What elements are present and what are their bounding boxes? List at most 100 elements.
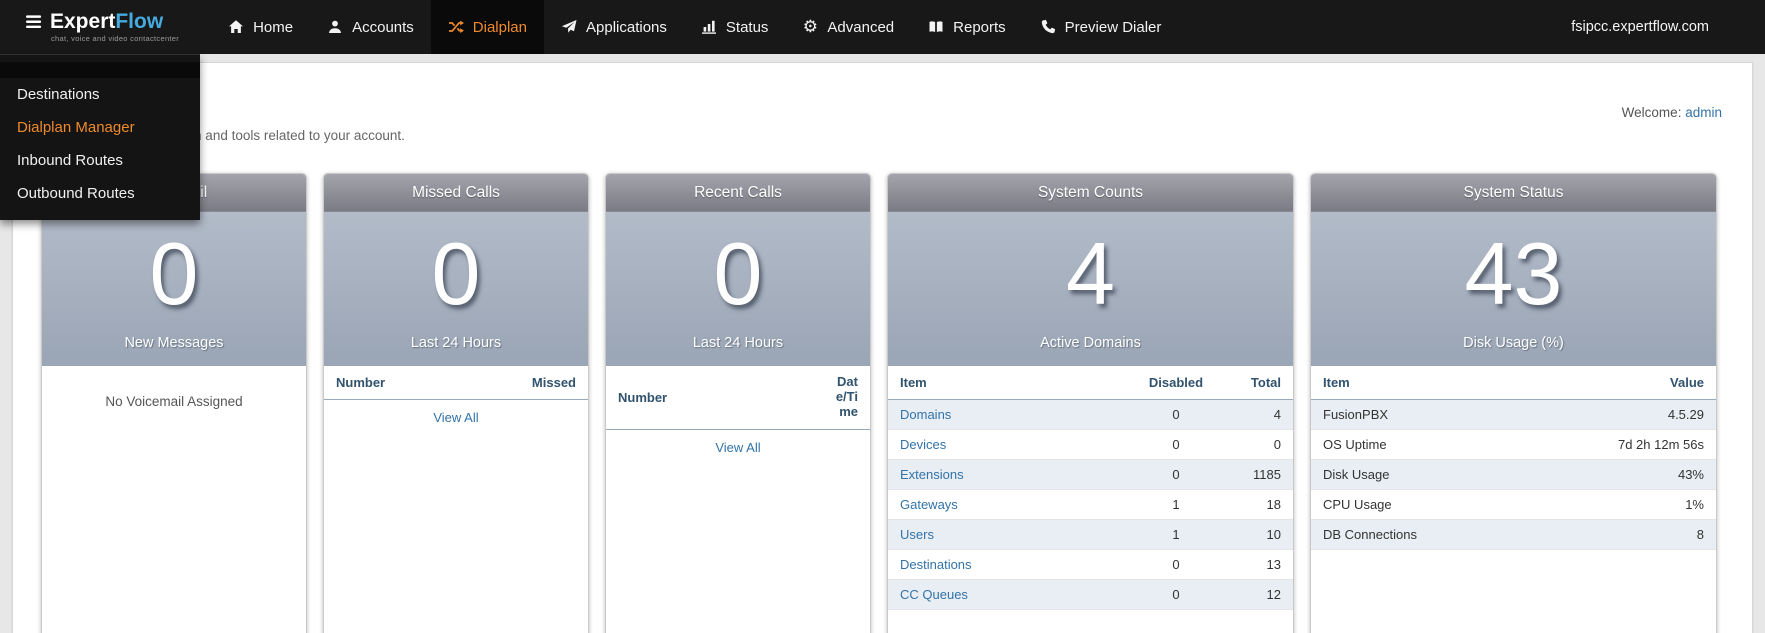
disk-usage-value: 43: [1464, 224, 1563, 323]
recent-calls-caption: Last 24 Hours: [692, 335, 784, 351]
nav-item-home[interactable]: Home: [211, 0, 310, 54]
table-row: Gateways 1 18: [888, 489, 1293, 520]
recent-calls-table: Number Date/Time: [606, 366, 870, 430]
voicemail-empty-note: No Voicemail Assigned: [105, 394, 243, 409]
table-cell: 10: [1221, 519, 1293, 550]
item-link[interactable]: CC Queues: [900, 587, 968, 602]
card-voicemail: Voicemail 0 New Messages No Voicemail As…: [41, 173, 307, 633]
table-cell: 0: [1131, 399, 1221, 430]
table-header-row: Item Disabled Total: [888, 366, 1293, 400]
table-cell: 1%: [1520, 489, 1716, 520]
welcome-user-link[interactable]: admin: [1685, 105, 1722, 120]
nav-item-preview-dialer[interactable]: Preview Dialer: [1023, 0, 1179, 54]
menu-item-outbound-routes[interactable]: Outbound Routes: [0, 177, 200, 210]
missed-calls-count: 0: [431, 224, 481, 323]
table-cell: 1: [1131, 489, 1221, 520]
table-row: CC Queues 0 12: [888, 579, 1293, 610]
page-title: Dashboard: [41, 97, 1724, 120]
nav-items: Home Accounts Dialplan Destinations Dial…: [0, 0, 1179, 220]
col-disabled: Disabled: [1131, 366, 1221, 400]
table-cell: Gateways: [888, 489, 1131, 520]
menu-item-inbound-routes[interactable]: Inbound Routes: [0, 144, 200, 177]
missed-calls-view-all-link[interactable]: View All: [324, 400, 588, 435]
paper-plane-icon: [561, 19, 577, 35]
recent-calls-view-all-link[interactable]: View All: [606, 430, 870, 465]
table-row: CPU Usage 1%: [1311, 489, 1716, 520]
system-counts-caption: Active Domains: [1040, 335, 1141, 351]
card-recent-calls-hero: 0 Last 24 Hours: [606, 212, 870, 366]
system-status-caption: Disk Usage (%): [1463, 335, 1564, 351]
item-link[interactable]: Domains: [900, 407, 951, 422]
brand-name-accent: Flow: [115, 10, 164, 33]
nav-item-advanced[interactable]: ⚙ Advanced: [785, 0, 911, 54]
table-row: Extensions 0 1185: [888, 459, 1293, 490]
book-icon: [928, 19, 944, 35]
top-nav: ExpertFlow chat, voice and video contact…: [0, 0, 1765, 220]
table-cell: DB Connections: [1311, 519, 1521, 550]
item-link[interactable]: Extensions: [900, 467, 964, 482]
table-row: Devices 0 0: [888, 429, 1293, 460]
col-value: Value: [1520, 366, 1716, 400]
nav-label: Preview Dialer: [1064, 18, 1162, 36]
card-missed-calls-hero: 0 Last 24 Hours: [324, 212, 588, 366]
table-cell: CPU Usage: [1311, 489, 1521, 520]
menu-item-destinations[interactable]: Destinations: [0, 78, 200, 111]
item-link[interactable]: Devices: [900, 437, 946, 452]
welcome-line: Welcome: admin: [1622, 105, 1722, 120]
brand-logo[interactable]: ExpertFlow chat, voice and video contact…: [0, 0, 193, 54]
table-cell: 0: [1131, 459, 1221, 490]
system-status-table: Item Value FusionPBX 4.5.29 OS Uptime 7d 2h…: [1311, 366, 1716, 550]
item-link[interactable]: Gateways: [900, 497, 958, 512]
card-system-counts-title: System Counts: [888, 174, 1293, 212]
table-cell: Destinations: [888, 549, 1131, 580]
home-icon: [228, 19, 244, 35]
table-cell: 7d 2h 12m 56s: [1520, 429, 1716, 460]
voicemail-caption: New Messages: [124, 335, 224, 351]
card-system-counts: System Counts 4 Active Domains Item Disa…: [887, 173, 1294, 633]
active-domains-count: 4: [1066, 224, 1115, 323]
card-recent-calls: Recent Calls 0 Last 24 Hours Number Date…: [605, 173, 871, 633]
item-link[interactable]: Users: [900, 527, 934, 542]
missed-calls-caption: Last 24 Hours: [410, 335, 502, 351]
nav-item-applications[interactable]: Applications: [544, 0, 684, 54]
card-system-status: System Status 43 Disk Usage (%) Item Val…: [1310, 173, 1717, 633]
gear-icon: ⚙: [802, 17, 819, 36]
table-row: Users 1 10: [888, 519, 1293, 550]
system-counts-table: Item Disabled Total Domains 0 4 Devices 0 0 Ex…: [888, 366, 1293, 610]
shuffle-icon: [448, 19, 464, 35]
nav-item-reports[interactable]: Reports: [911, 0, 1023, 54]
card-missed-calls: Missed Calls 0 Last 24 Hours Number Miss…: [323, 173, 589, 633]
nav-label: Status: [725, 18, 769, 36]
table-cell: Users: [888, 519, 1131, 550]
table-row: Destinations 0 13: [888, 549, 1293, 580]
col-date-time: Date/Time: [820, 366, 870, 430]
page-subtitle: Quickly access information and tools rel…: [41, 128, 405, 143]
table-cell: 12: [1221, 579, 1293, 610]
bar-chart-icon: [701, 19, 717, 35]
item-link[interactable]: Destinations: [900, 557, 972, 572]
table-row: OS Uptime 7d 2h 12m 56s: [1311, 429, 1716, 460]
nav-label: Reports: [953, 18, 1006, 36]
nav-label: Applications: [586, 18, 667, 36]
nav-item-status[interactable]: Status: [684, 0, 786, 54]
nav-label: Home: [253, 18, 294, 36]
table-header-row: Number Missed: [324, 366, 588, 400]
main-panel: Dashboard Quickly access information and…: [12, 62, 1753, 633]
table-cell: CC Queues: [888, 579, 1131, 610]
nav-label: Dialplan: [472, 18, 527, 36]
nav-item-dialplan[interactable]: [0, 62, 200, 78]
card-system-counts-hero: 4 Active Domains: [888, 212, 1293, 366]
menu-item-dialplan-manager[interactable]: Dialplan Manager: [0, 111, 200, 144]
table-cell: FusionPBX: [1311, 399, 1521, 430]
card-missed-calls-title: Missed Calls: [324, 174, 588, 212]
brand-mark-icon: [26, 15, 42, 29]
welcome-label: Welcome:: [1621, 105, 1682, 120]
nav-item-dialplan[interactable]: Dialplan: [430, 0, 544, 54]
table-row: Disk Usage 43%: [1311, 459, 1716, 490]
nav-label: Accounts: [352, 18, 414, 36]
table-cell: 43%: [1520, 459, 1716, 490]
server-domain: fsipcc.expertflow.com: [1571, 19, 1709, 35]
nav-item-accounts[interactable]: Accounts: [310, 0, 431, 54]
table-cell: 1185: [1221, 459, 1293, 490]
brand-name-bold: Expert: [50, 10, 116, 33]
